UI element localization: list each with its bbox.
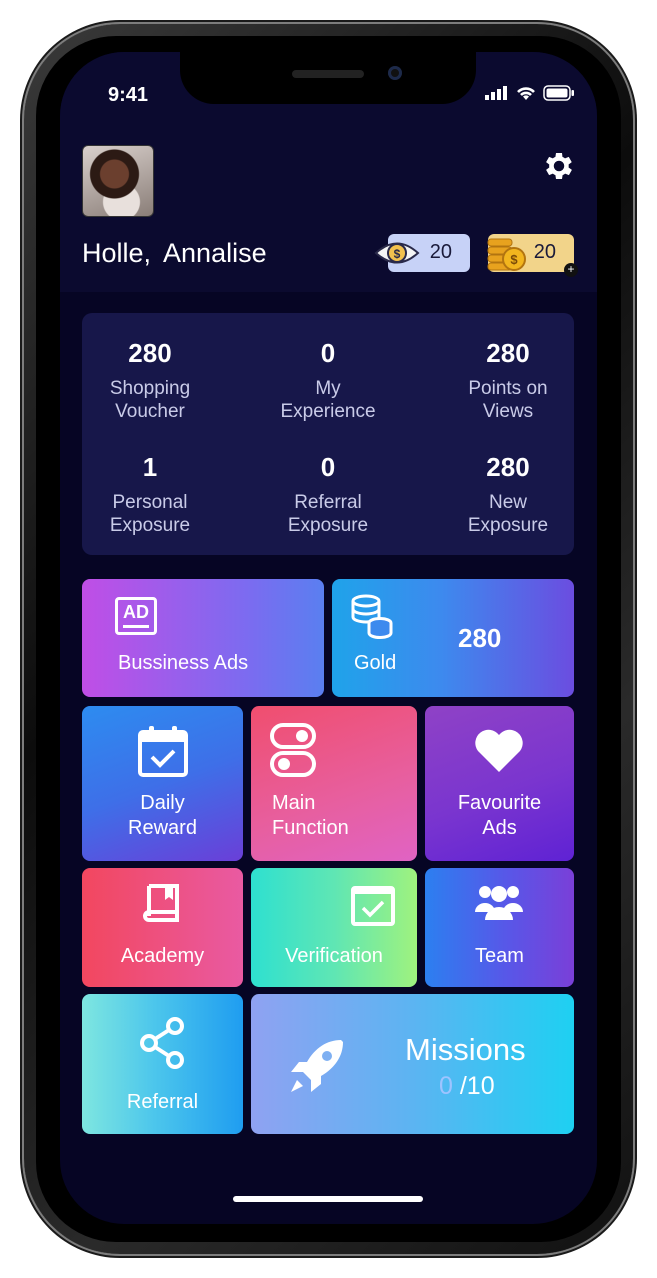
gold-value: 280 [458, 623, 502, 653]
settings-gear-icon[interactable] [541, 148, 577, 184]
speaker [292, 70, 364, 78]
stat-value: 0 [320, 338, 336, 368]
stat-label: My Experience [280, 378, 376, 422]
missions-tile[interactable]: Missions 0 /10 [251, 994, 574, 1134]
coin-stack-icon: $ [487, 238, 526, 271]
greeting: Holle, Annalise [82, 238, 267, 269]
home-indicator [233, 1196, 423, 1202]
stat-shopping-voucher[interactable]: 280 Shopping Voucher [75, 338, 225, 423]
gold-label: Gold [354, 652, 397, 674]
user-name: Annalise [163, 238, 267, 268]
svg-text:$: $ [394, 247, 401, 261]
team-icon [475, 886, 523, 920]
eye-coin-icon: $ [374, 242, 420, 264]
views-points-pill[interactable]: $ 20 [374, 234, 470, 272]
main-function-label: Main Function [272, 792, 349, 839]
team-tile[interactable]: Team [425, 868, 574, 987]
front-camera [388, 66, 402, 80]
stat-value: 280 [486, 452, 530, 482]
avatar[interactable] [82, 145, 154, 217]
greeting-text: Holle, [82, 238, 152, 268]
stat-label: Shopping Voucher [109, 378, 191, 422]
svg-text:$: $ [510, 252, 518, 267]
daily-reward-label: Daily Reward [128, 792, 197, 839]
stat-value: 0 [320, 452, 336, 482]
add-coins-icon[interactable]: + [564, 263, 578, 277]
stat-personal-exposure[interactable]: 1 Personal Exposure [75, 452, 225, 537]
favourite-ads-tile[interactable]: Favourite Ads [425, 706, 574, 861]
missions-progress: 0 /10 [439, 1072, 495, 1101]
wifi-icon [517, 87, 535, 100]
toggle-switches-icon [270, 723, 316, 777]
verification-tile[interactable]: Verification [251, 868, 417, 987]
stat-value: 280 [128, 338, 172, 368]
checkbox-window-icon [351, 886, 395, 926]
stat-label: Referral Exposure [287, 492, 369, 536]
referral-label: Referral [126, 1091, 199, 1113]
verification-label: Verification [285, 945, 383, 967]
gold-tile[interactable]: Gold 280 [332, 579, 574, 697]
stat-my-experience[interactable]: 0 My Experience [253, 338, 403, 423]
notch [180, 52, 476, 104]
book-icon [143, 884, 179, 922]
stat-value: 280 [486, 338, 530, 368]
stat-label: Personal Exposure [109, 492, 191, 536]
stat-referral-exposure[interactable]: 0 Referral Exposure [253, 452, 403, 537]
missions-done: 0 [439, 1072, 453, 1100]
rocket-icon [291, 1040, 343, 1092]
coins-count: 20 [533, 241, 556, 263]
coins-pill[interactable]: $ 20 + [487, 234, 578, 277]
business-ads-tile[interactable]: AD Bussiness Ads [82, 579, 324, 697]
calendar-check-icon [138, 726, 188, 777]
team-label: Team [475, 945, 524, 967]
referral-tile[interactable]: Referral [82, 994, 243, 1134]
database-coins-icon [351, 594, 393, 639]
app-screen: 9:41 Holle, Annalise $ 20 $ 20 + 280 Sho… [60, 52, 597, 1224]
status-icons [485, 85, 575, 101]
ad-icon: AD [115, 597, 157, 635]
status-time: 9:41 [108, 84, 149, 106]
missions-total: /10 [459, 1072, 495, 1100]
stat-new-exposure[interactable]: 280 New Exposure [433, 452, 583, 537]
battery-icon [543, 85, 574, 101]
stat-label: Points on Views [468, 378, 548, 422]
share-icon [140, 1017, 184, 1069]
views-points-count: 20 [429, 241, 452, 263]
main-function-tile[interactable]: Main Function [251, 706, 417, 861]
stat-value: 1 [142, 452, 158, 482]
favourite-ads-label: Favourite Ads [457, 792, 542, 839]
stat-points-on-views[interactable]: 280 Points on Views [433, 338, 583, 423]
daily-reward-tile[interactable]: Daily Reward [82, 706, 243, 861]
academy-tile[interactable]: Academy [82, 868, 243, 987]
business-ads-label: Bussiness Ads [118, 652, 249, 674]
signal-icon [485, 86, 507, 100]
stats-card: 280 Shopping Voucher 0 My Experience 280 P… [82, 313, 574, 555]
stat-label: New Exposure [467, 492, 549, 536]
heart-icon [475, 729, 523, 772]
missions-title: Missions [405, 1032, 526, 1067]
academy-label: Academy [120, 945, 205, 967]
